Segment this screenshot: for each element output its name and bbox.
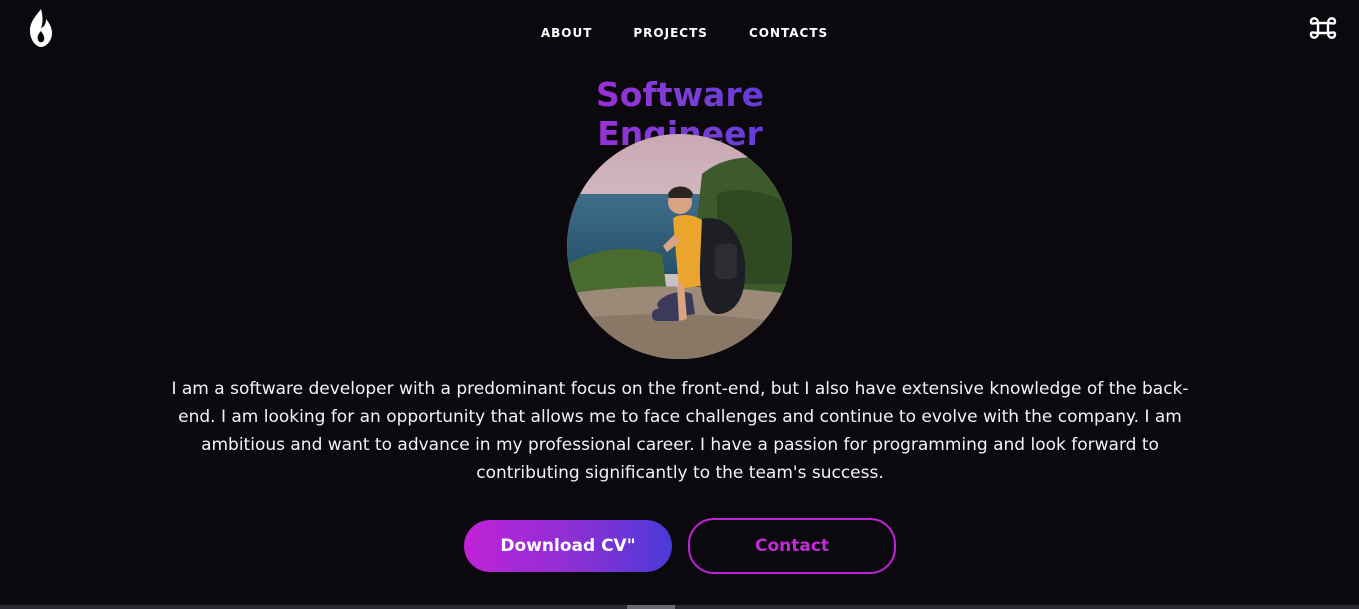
command-key-icon[interactable] xyxy=(1308,13,1338,43)
scrollbar-thumb[interactable] xyxy=(627,605,675,609)
portfolio-page: ABOUT PROJECTS CONTACTS Software Enginee… xyxy=(0,0,1359,609)
horizontal-scrollbar[interactable] xyxy=(0,605,1359,609)
main-nav: ABOUT PROJECTS CONTACTS xyxy=(0,26,1359,40)
bio-text: I am a software developer with a predomi… xyxy=(171,379,1189,483)
nav-about[interactable]: ABOUT xyxy=(541,26,593,40)
nav-contacts[interactable]: CONTACTS xyxy=(749,26,828,40)
download-cv-button[interactable]: Download CV" xyxy=(464,520,672,572)
profile-photo xyxy=(567,134,792,359)
contact-button[interactable]: Contact xyxy=(688,518,896,574)
nav-projects[interactable]: PROJECTS xyxy=(633,26,708,40)
